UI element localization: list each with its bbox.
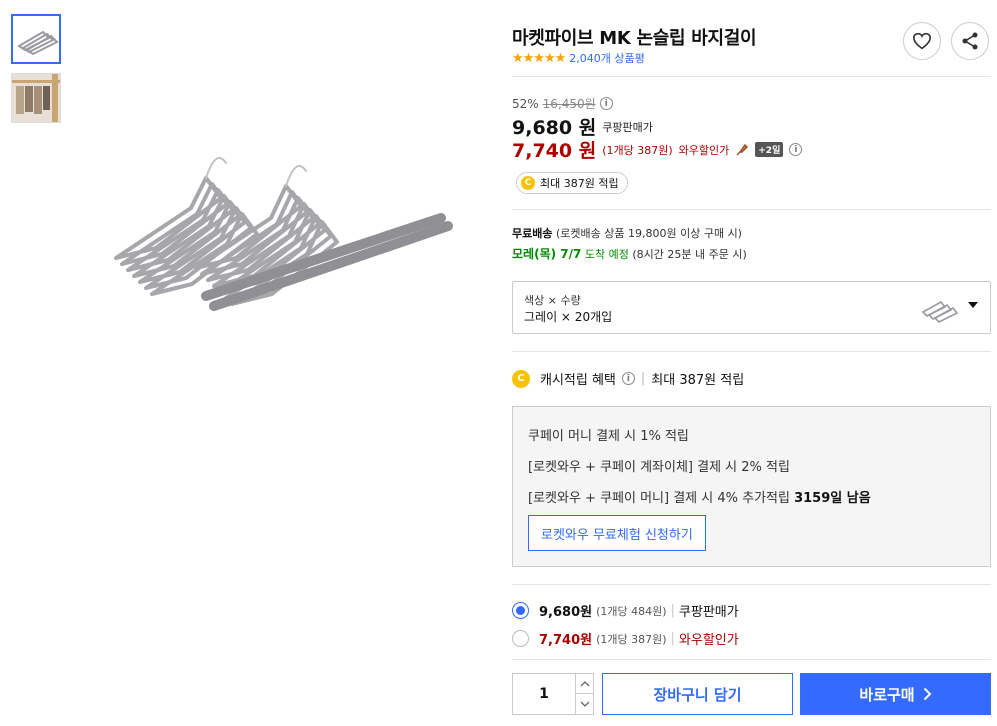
option-unit-price: (1개당 387원) (596, 632, 667, 646)
option-price: 9,680원 (539, 605, 593, 620)
option-selector[interactable]: 색상 × 수량 그레이 × 20개입 (512, 281, 991, 334)
share-icon (962, 32, 978, 50)
original-price: 16,450원 (542, 97, 596, 111)
radio-button[interactable] (512, 630, 529, 647)
review-count-link[interactable]: 2,040개 상품평 (569, 50, 644, 66)
free-shipping-note: (로켓배송 상품 19,800원 이상 구매 시) (555, 227, 742, 240)
discount-rate: 52% (512, 96, 539, 111)
buy-now-label: 바로구매 (859, 685, 915, 704)
chevron-down-icon (580, 701, 589, 707)
rating[interactable]: ★★★★★ 2,040개 상품평 (512, 50, 645, 66)
cash-reward-pill: C 최대 387원 적립 (516, 172, 628, 194)
days-left: 3159일 남음 (794, 491, 871, 506)
info-icon[interactable]: i (621, 372, 635, 385)
quantity-increase-button[interactable] (575, 674, 593, 694)
option-price: 7,740원 (539, 633, 593, 648)
option-thumbnail (921, 300, 959, 323)
thumbnail-list (11, 14, 61, 132)
discount-row: 52% 16,450원 i (512, 95, 613, 112)
info-icon[interactable]: i (789, 143, 803, 156)
option-label: 색상 × 수량 (524, 294, 581, 307)
cash-benefit-max: 최대 387원 적립 (651, 373, 745, 388)
separator: | (640, 371, 646, 386)
wishlist-button[interactable] (903, 22, 941, 60)
cash-benefit-box: 쿠페이 머니 결제 시 1% 적립 [로켓와우 + 쿠페이 계좌이체] 결제 시… (512, 406, 991, 567)
product-main-image (96, 118, 456, 318)
arrival-suffix: 도착 예정 (584, 248, 629, 261)
arrival-note: (8시간 25분 내 주문 시) (632, 248, 747, 261)
wow-price: 7,740 원 (512, 140, 597, 162)
divider (512, 584, 991, 585)
radio-button[interactable] (512, 602, 529, 619)
free-shipping: 무료배송 (로켓배송 상품 19,800원 이상 구매 시) (512, 225, 742, 241)
thumbnail-hangers[interactable] (11, 14, 61, 64)
wow-price-row: 7,740 원 (1개당 387원) 와우할인가 +2일 i (512, 136, 803, 163)
wow-price-label: 와우할인가 (678, 143, 730, 157)
add-to-cart-button[interactable]: 장바구니 담기 (602, 673, 793, 715)
divider (512, 351, 991, 352)
divider (512, 76, 991, 77)
price-option-wow[interactable]: 7,740원 (1개당 387원) | 와우할인가 (512, 629, 739, 648)
divider (512, 209, 991, 210)
benefit-line: 쿠페이 머니 결제 시 1% 적립 (528, 429, 689, 444)
buy-now-button[interactable]: 바로구매 (800, 673, 991, 715)
cash-reward-text: 최대 387원 적립 (540, 177, 619, 190)
benefit-line: [로켓와우 + 쿠페이 머니] 결제 시 4% 추가적립 3159일 남음 (528, 491, 871, 506)
separator: | (670, 603, 675, 618)
cash-benefit-title: 캐시적립 혜택 (540, 373, 616, 388)
quantity-decrease-button[interactable] (575, 694, 593, 714)
thumbnail-closet[interactable] (11, 73, 61, 123)
quantity-input[interactable]: 1 (513, 674, 575, 714)
option-price-label: 와우할인가 (678, 633, 739, 648)
product-title: 마켓파이브 MK 논슬립 바지걸이 (512, 28, 757, 49)
option-unit-price: (1개당 484원) (596, 604, 667, 618)
wow-trial-button[interactable]: 로켓와우 무료체험 신청하기 (528, 515, 706, 551)
cash-coin-icon: C (521, 176, 535, 190)
free-shipping-label: 무료배송 (512, 227, 553, 240)
divider (512, 659, 991, 660)
cash-benefit-row: C 캐시적립 혜택 i | 최대 387원 적립 (512, 369, 744, 388)
info-icon[interactable]: i (599, 97, 613, 110)
cash-coin-icon: C (512, 369, 530, 388)
arrival-info: 모레(목) 7/7 도착 예정 (8시간 25분 내 주문 시) (512, 245, 747, 262)
chevron-up-icon (580, 680, 589, 686)
option-value: 그레이 × 20개입 (524, 310, 613, 324)
rating-stars: ★★★★★ (512, 50, 566, 66)
wow-unit-price: (1개당 387원) (602, 143, 673, 157)
arrival-date: 모레(목) 7/7 (512, 247, 582, 261)
chevron-right-icon (923, 687, 932, 701)
chevron-down-icon (968, 302, 978, 308)
option-price-label: 쿠팡판매가 (678, 605, 739, 620)
wow-badge: +2일 (755, 142, 784, 157)
benefit-line: [로켓와우 + 쿠페이 계좌이체] 결제 시 2% 적립 (528, 460, 790, 475)
price-option-coupang[interactable]: 9,680원 (1개당 484원) | 쿠팡판매가 (512, 601, 739, 620)
rocket-icon (736, 143, 749, 156)
separator: | (670, 631, 675, 646)
heart-icon (912, 32, 932, 50)
coupang-price-label: 쿠팡판매가 (602, 120, 653, 134)
quantity-stepper: 1 (512, 673, 594, 715)
share-button[interactable] (951, 22, 989, 60)
